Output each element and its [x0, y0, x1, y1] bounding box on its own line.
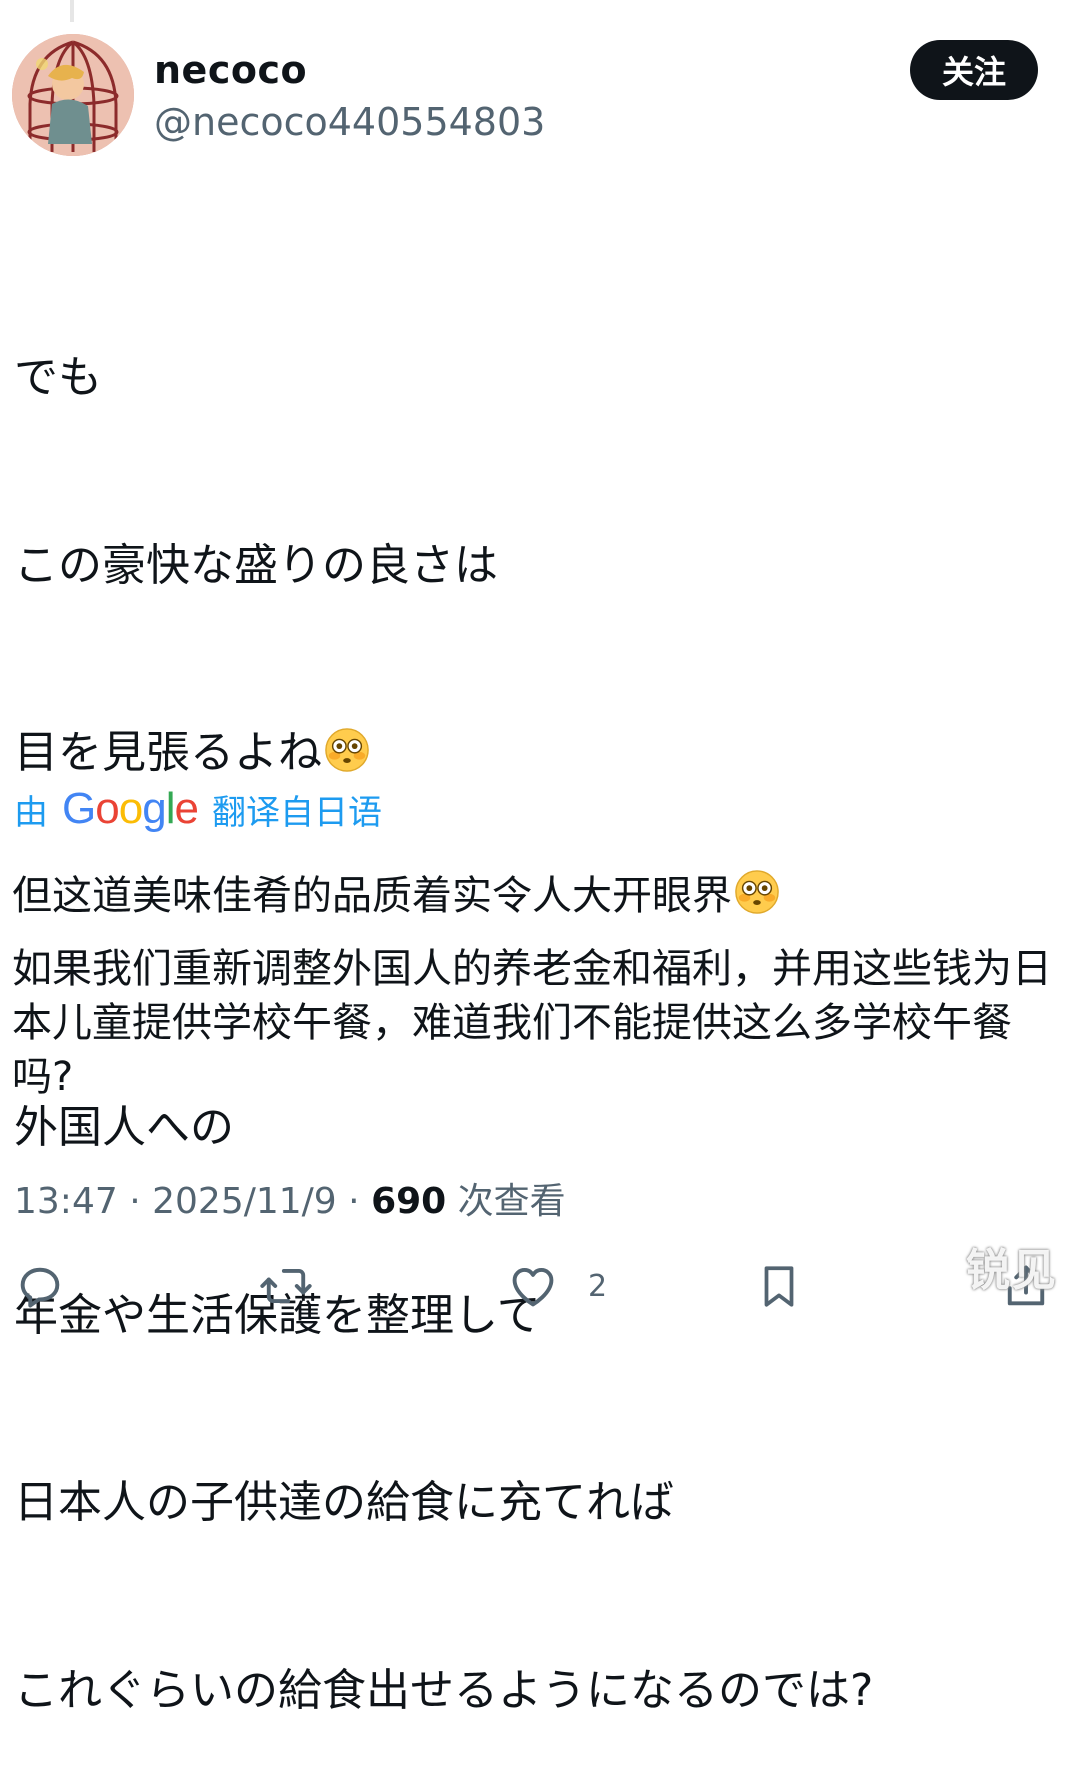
- follow-button[interactable]: 关注: [910, 40, 1038, 100]
- repost-icon: [260, 1268, 312, 1304]
- like-count: 2: [588, 1268, 608, 1304]
- tweet-line: 外国人への: [14, 1102, 234, 1153]
- google-logo: Google: [62, 784, 199, 833]
- translation-first-line: 但这道美味佳肴的品质着实令人大开眼界: [12, 868, 1072, 924]
- avatar[interactable]: [12, 34, 134, 156]
- bookmark-button[interactable]: [754, 1258, 804, 1314]
- display-name[interactable]: necoco: [154, 48, 307, 92]
- meta-separator: ·: [348, 1181, 360, 1222]
- reply-icon: [20, 1267, 60, 1308]
- tweet-line-text: 目を見張るよね: [14, 727, 322, 778]
- like-button[interactable]: 2: [506, 1258, 607, 1314]
- translation-paragraph: 如果我们重新调整外国人的养老金和福利，并用这些钱为日本儿童提供学校午餐，难道我们…: [12, 946, 1052, 1100]
- tweet-time[interactable]: 13:47: [14, 1181, 118, 1222]
- translation-attribution[interactable]: 由 Google 翻译自日语: [14, 784, 382, 834]
- translation-prefix: 由: [14, 792, 48, 833]
- avatar-image: [12, 34, 134, 156]
- top-divider: [70, 0, 74, 22]
- views-count: 690: [371, 1181, 447, 1222]
- tweet-line: 日本人の子供達の給食に充てれば: [14, 1477, 674, 1528]
- bookmark-icon: [764, 1266, 794, 1307]
- watermark: 锐见: [966, 1245, 1058, 1296]
- flushed-face-icon: [735, 870, 779, 914]
- tweet-line: でも: [14, 352, 102, 403]
- translation-source-label[interactable]: 翻译自日语: [212, 785, 382, 834]
- tweet-line: これぐらいの給食出せるようになるのでは?: [14, 1664, 874, 1716]
- meta-separator: ·: [129, 1181, 141, 1222]
- tweet-line: この豪快な盛りの良さは: [14, 539, 498, 591]
- views-label: 次查看: [457, 1181, 566, 1222]
- tweet-meta: 13:47 · 2025/11/9 · 690 次查看: [14, 1172, 566, 1224]
- translation-first-line-text: 但这道美味佳肴的品质着实令人大开眼界: [12, 873, 732, 919]
- tweet-date[interactable]: 2025/11/9: [152, 1181, 337, 1222]
- tweet-line: 目を見張るよね: [14, 722, 1064, 785]
- user-handle[interactable]: @necoco440554803: [154, 100, 545, 144]
- reply-button[interactable]: [14, 1258, 66, 1314]
- repost-button[interactable]: [258, 1258, 314, 1314]
- like-icon: [512, 1268, 554, 1307]
- flushed-face-icon: [325, 728, 369, 772]
